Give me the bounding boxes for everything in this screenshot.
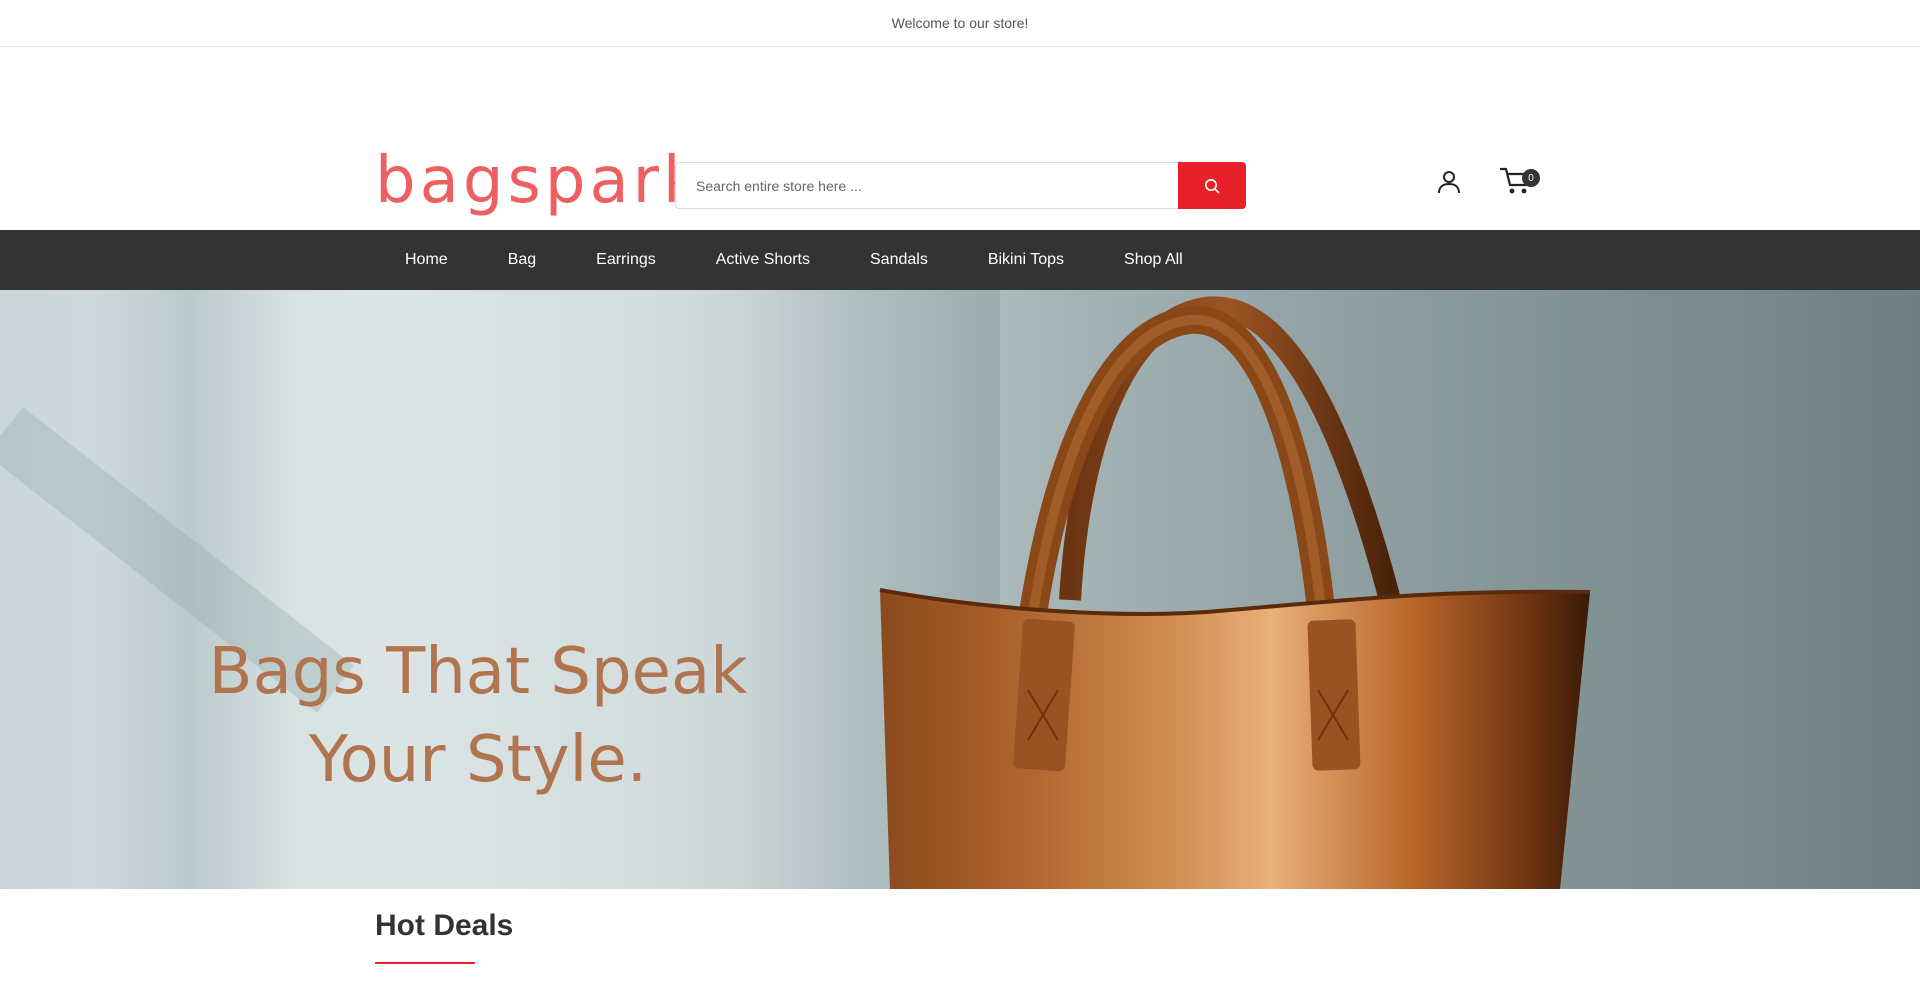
site-logo[interactable]: bagspark <box>375 145 704 217</box>
site-header: bagspark 0 <box>0 47 1920 230</box>
search-input[interactable] <box>675 162 1178 209</box>
nav-item-bikini-tops[interactable]: Bikini Tops <box>988 251 1064 269</box>
cart-button[interactable]: 0 <box>1499 165 1540 197</box>
account-button[interactable] <box>1434 167 1464 197</box>
main-navigation: Home Bag Earrings Active Shorts Sandals … <box>0 230 1920 290</box>
search-icon <box>1205 178 1220 193</box>
top-announcement-bar: Welcome to our store! <box>0 0 1920 47</box>
nav-item-home[interactable]: Home <box>405 251 448 269</box>
nav-item-shop-all[interactable]: Shop All <box>1124 251 1183 269</box>
nav-item-earrings[interactable]: Earrings <box>596 251 656 269</box>
section-title: Hot Deals <box>375 909 514 942</box>
hero-headline: Bags That Speak Your Style. <box>178 628 778 804</box>
nav-item-bag[interactable]: Bag <box>508 251 536 269</box>
section-title-underline <box>375 962 475 964</box>
hero-headline-line2: Your Style. <box>308 723 648 797</box>
user-icon <box>1438 171 1460 194</box>
nav-item-active-shorts[interactable]: Active Shorts <box>716 251 810 269</box>
hero-headline-line1: Bags That Speak <box>208 635 748 709</box>
search-bar <box>675 162 1246 209</box>
leather-tote-bag-image <box>879 296 1591 889</box>
nav-item-sandals[interactable]: Sandals <box>870 251 928 269</box>
cart-count-badge: 0 <box>1522 169 1540 187</box>
welcome-text: Welcome to our store! <box>891 15 1029 31</box>
hero-banner[interactable]: Bags That Speak Your Style. <box>0 290 1920 889</box>
search-button[interactable] <box>1178 162 1246 209</box>
hot-deals-section: Hot Deals <box>0 889 1920 993</box>
